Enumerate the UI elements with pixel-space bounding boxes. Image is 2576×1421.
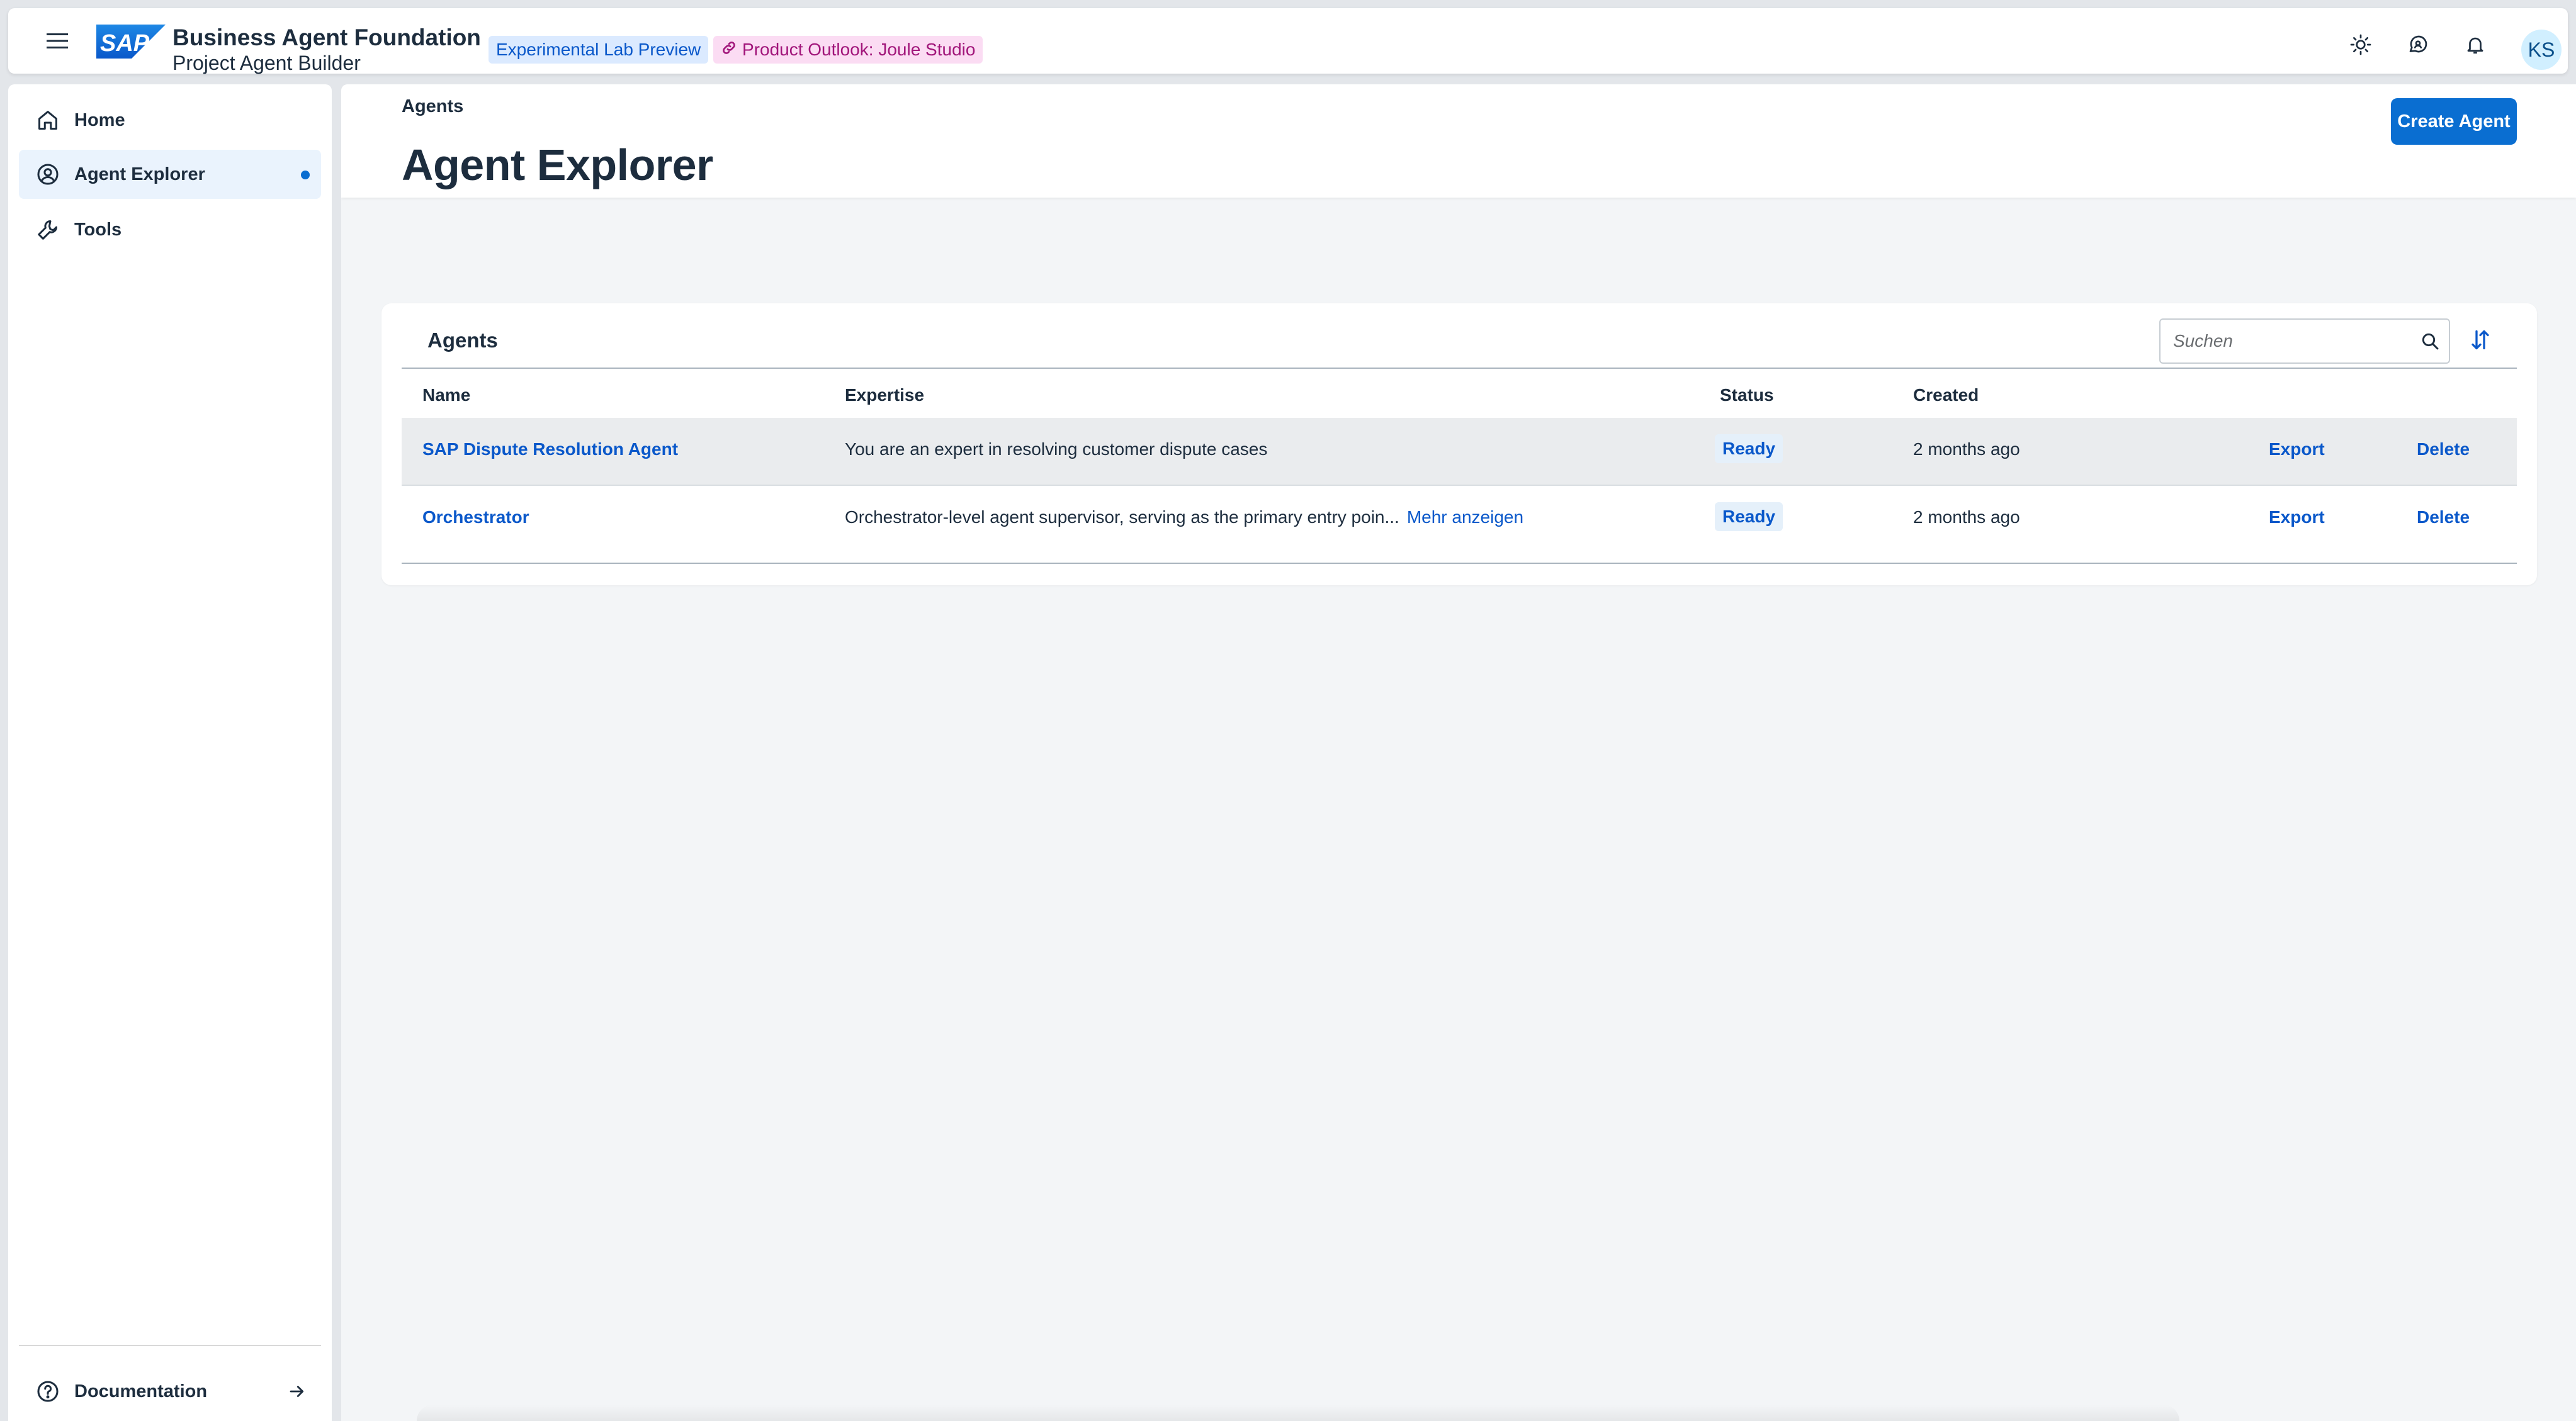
status-badge: Ready — [1715, 434, 1783, 463]
search-field[interactable] — [2159, 318, 2450, 364]
footer-shadow — [417, 1405, 2179, 1421]
theme-sun-icon[interactable] — [2346, 30, 2376, 60]
experimental-lab-tag-label: Experimental Lab Preview — [496, 40, 701, 59]
wrench-icon — [34, 216, 62, 244]
sidebar-item-home[interactable]: Home — [19, 96, 321, 145]
agent-expertise-cell: Orchestrator-level agent supervisor, ser… — [845, 507, 1523, 527]
create-agent-button[interactable]: Create Agent — [2391, 98, 2517, 145]
shell-bar: SAP Business Agent Foundation Project Ag… — [8, 8, 2568, 74]
created-date: 2 months ago — [1913, 439, 2020, 459]
app-title: Business Agent Foundation — [172, 25, 481, 50]
breadcrumb[interactable]: Agents — [402, 96, 463, 117]
delete-link[interactable]: Delete — [2417, 507, 2470, 527]
table-header-divider — [402, 368, 2517, 369]
agent-expertise: You are an expert in resolving customer … — [845, 439, 1268, 459]
column-header-expertise[interactable]: Expertise — [845, 385, 924, 405]
sidebar-item-label: Documentation — [74, 1381, 208, 1401]
user-avatar[interactable]: KS — [2521, 30, 2562, 70]
app-subtitle: Project Agent Builder — [172, 52, 361, 74]
status-badge: Ready — [1715, 502, 1783, 531]
sort-icon[interactable] — [2461, 321, 2499, 359]
help-circle-icon — [34, 1378, 62, 1405]
delete-link[interactable]: Delete — [2417, 439, 2470, 459]
sap-logo[interactable]: SAP — [96, 25, 166, 59]
sidebar-item-label: Agent Explorer — [74, 164, 205, 184]
menu-icon[interactable] — [40, 27, 75, 55]
sap-logo-text: SAP — [100, 30, 150, 57]
table-row[interactable]: Orchestrator Orchestrator-level agent su… — [402, 486, 2517, 553]
search-icon[interactable] — [2411, 322, 2449, 360]
home-icon — [34, 106, 62, 134]
agent-expertise: Orchestrator-level agent supervisor, ser… — [845, 507, 1399, 527]
product-outlook-tag-label: Product Outlook: Joule Studio — [742, 40, 976, 59]
main-content: Agents Agent Explorer Create Agent Agent… — [341, 84, 2576, 1421]
column-header-name[interactable]: Name — [422, 385, 470, 405]
sidebar-item-label: Tools — [74, 219, 122, 240]
agent-name-link[interactable]: Orchestrator — [422, 507, 529, 527]
page-header: Agents Agent Explorer Create Agent — [341, 84, 2576, 198]
agents-table-card: Agents Name Expertise Status Created SAP… — [381, 303, 2537, 585]
created-date: 2 months ago — [1913, 507, 2020, 527]
feedback-icon[interactable] — [2403, 30, 2433, 60]
export-link[interactable]: Export — [2269, 439, 2325, 459]
sidebar-item-tools[interactable]: Tools — [19, 205, 321, 254]
product-outlook-tag[interactable]: Product Outlook: Joule Studio — [713, 36, 983, 64]
arrow-right-icon — [283, 1378, 311, 1405]
nav-divider — [19, 1345, 321, 1346]
show-more-link[interactable]: Mehr anzeigen — [1407, 507, 1523, 527]
table-row[interactable]: SAP Dispute Resolution Agent You are an … — [402, 418, 2517, 485]
avatar-initials: KS — [2528, 38, 2555, 61]
search-input[interactable] — [2173, 322, 2411, 360]
selected-indicator-dot — [301, 171, 310, 179]
side-navigation: Home Agent Explorer Tools Documentation — [8, 84, 332, 1421]
sidebar-item-label: Home — [74, 110, 125, 130]
link-icon — [721, 40, 737, 60]
column-header-status[interactable]: Status — [1720, 385, 1774, 405]
notification-bell-icon[interactable] — [2460, 30, 2490, 60]
table-title: Agents — [427, 329, 498, 352]
export-link[interactable]: Export — [2269, 507, 2325, 527]
experimental-lab-tag: Experimental Lab Preview — [489, 36, 709, 64]
sidebar-item-documentation[interactable]: Documentation — [19, 1367, 321, 1416]
column-header-created[interactable]: Created — [1913, 385, 1979, 405]
table-bottom-divider — [402, 563, 2517, 564]
agent-name-link[interactable]: SAP Dispute Resolution Agent — [422, 439, 678, 459]
sidebar-item-agent-explorer[interactable]: Agent Explorer — [19, 150, 321, 199]
person-icon — [34, 160, 62, 188]
page-title: Agent Explorer — [402, 140, 713, 189]
